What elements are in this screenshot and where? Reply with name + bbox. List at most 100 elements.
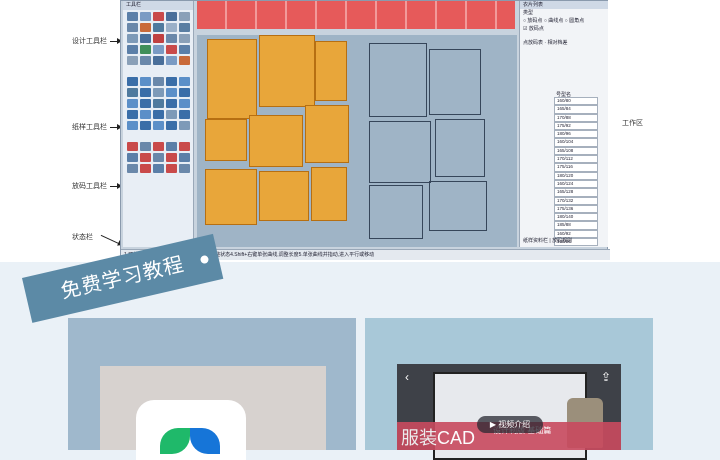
size-row[interactable]: 170/132 [554, 196, 598, 205]
size-row[interactable]: 165/84 [554, 105, 598, 114]
tool-icon[interactable] [127, 153, 138, 162]
share-icon[interactable]: ⇪ [601, 370, 611, 384]
video-intro-button[interactable]: ▶ 视频介绍 [477, 416, 543, 433]
tool-icon[interactable] [179, 88, 190, 97]
tool-icon[interactable] [166, 34, 177, 43]
tool-icon[interactable] [153, 77, 164, 86]
size-row[interactable]: 180/120 [554, 171, 598, 180]
pattern-piece[interactable] [205, 169, 257, 225]
tool-icon[interactable] [153, 121, 164, 130]
tool-icon[interactable] [166, 88, 177, 97]
tool-icon[interactable] [166, 110, 177, 119]
tool-icon[interactable] [153, 142, 164, 151]
tool-icon[interactable] [127, 23, 138, 32]
tool-icon[interactable] [140, 99, 151, 108]
tab-grading-rule[interactable]: 放码规则 [552, 238, 572, 244]
tool-icon[interactable] [179, 45, 190, 54]
tool-icon[interactable] [153, 88, 164, 97]
video-preview[interactable]: ‹ ⇪ 服装CAD 设计制版 基础篇 ▶ 视频介绍 [397, 364, 621, 460]
tool-icon[interactable] [179, 23, 190, 32]
size-row[interactable]: 175/92 [554, 121, 598, 131]
tool-icon[interactable] [166, 153, 177, 162]
tool-icon[interactable] [179, 121, 190, 130]
app-card[interactable] [68, 318, 356, 460]
size-row[interactable]: 160/124 [554, 179, 598, 189]
pattern-piece[interactable] [305, 105, 349, 163]
tool-icon[interactable] [179, 56, 190, 65]
tool-icon[interactable] [140, 45, 151, 54]
tool-icon[interactable] [127, 142, 138, 151]
size-row[interactable]: 180/140 [554, 213, 598, 222]
size-row[interactable]: 175/136 [554, 204, 598, 214]
tool-icon[interactable] [179, 12, 190, 21]
tool-icon[interactable] [166, 23, 177, 32]
pattern-piece[interactable] [205, 119, 247, 161]
tool-icon[interactable] [153, 23, 164, 32]
pattern-outline[interactable] [435, 119, 485, 177]
tool-icon[interactable] [127, 12, 138, 21]
tool-icon[interactable] [166, 45, 177, 54]
tool-icon[interactable] [179, 164, 190, 173]
pattern-piece[interactable] [311, 167, 347, 221]
tool-icon[interactable] [153, 12, 164, 21]
tool-icon[interactable] [127, 99, 138, 108]
pattern-outline[interactable] [369, 185, 423, 239]
tool-icon[interactable] [166, 142, 177, 151]
size-row[interactable]: 170/112 [554, 155, 598, 164]
tool-icon[interactable] [140, 153, 151, 162]
size-row[interactable]: 160/80 [554, 97, 598, 106]
tool-icon[interactable] [153, 56, 164, 65]
tool-icon[interactable] [127, 45, 138, 54]
pattern-outline[interactable] [429, 181, 487, 231]
option-checkbox[interactable]: ☑ 放码点 [520, 25, 608, 33]
size-row[interactable]: 175/116 [554, 163, 598, 172]
tool-icon[interactable] [153, 110, 164, 119]
tool-icon[interactable] [179, 110, 190, 119]
point-rule-select[interactable]: 点放码表 · 相对档差 [520, 39, 608, 47]
tool-icon[interactable] [166, 164, 177, 173]
tool-icon[interactable] [127, 34, 138, 43]
tool-icon[interactable] [140, 142, 151, 151]
tool-icon[interactable] [140, 77, 151, 86]
tool-icon[interactable] [153, 99, 164, 108]
pattern-outline[interactable] [369, 43, 427, 117]
video-card[interactable]: ‹ ⇪ 服装CAD 设计制版 基础篇 ▶ 视频介绍 [365, 318, 653, 460]
tool-icon[interactable] [153, 164, 164, 173]
tool-icon[interactable] [140, 88, 151, 97]
tool-icon[interactable] [127, 164, 138, 173]
tool-icon[interactable] [140, 56, 151, 65]
pattern-outline[interactable] [369, 121, 431, 183]
size-row[interactable]: 165/128 [554, 188, 598, 197]
tool-icon[interactable] [153, 34, 164, 43]
size-row[interactable]: 180/96 [554, 130, 598, 139]
tool-icon[interactable] [179, 99, 190, 108]
work-area-canvas[interactable] [197, 35, 517, 247]
size-row[interactable]: 170/88 [554, 113, 598, 122]
app-icon[interactable] [136, 400, 246, 460]
pattern-piece[interactable] [207, 39, 257, 119]
size-row[interactable]: 160/104 [554, 138, 598, 147]
tool-icon[interactable] [127, 121, 138, 130]
tool-icon[interactable] [127, 88, 138, 97]
tool-icon[interactable] [179, 34, 190, 43]
tool-icon[interactable] [179, 153, 190, 162]
tool-icon[interactable] [166, 56, 177, 65]
size-row[interactable]: 165/108 [554, 146, 598, 156]
tool-icon[interactable] [166, 12, 177, 21]
size-row[interactable]: 185/88 [554, 221, 598, 230]
tool-icon[interactable] [140, 110, 151, 119]
tool-icon[interactable] [140, 12, 151, 21]
tool-icon[interactable] [140, 23, 151, 32]
pattern-piece[interactable] [249, 115, 303, 167]
pattern-piece[interactable] [259, 171, 309, 221]
tool-icon[interactable] [179, 77, 190, 86]
tab-pattern-info[interactable]: 纸样资料栏 [523, 238, 548, 244]
option-grading-point[interactable]: ○ 放码点 ○ 曲线点 ○ 圆角点 [520, 17, 608, 25]
pattern-outline[interactable] [429, 49, 481, 115]
tool-icon[interactable] [127, 56, 138, 65]
pattern-piece[interactable] [259, 35, 315, 107]
tool-icon[interactable] [166, 77, 177, 86]
tool-icon[interactable] [140, 164, 151, 173]
tool-icon[interactable] [166, 121, 177, 130]
tool-icon[interactable] [153, 153, 164, 162]
